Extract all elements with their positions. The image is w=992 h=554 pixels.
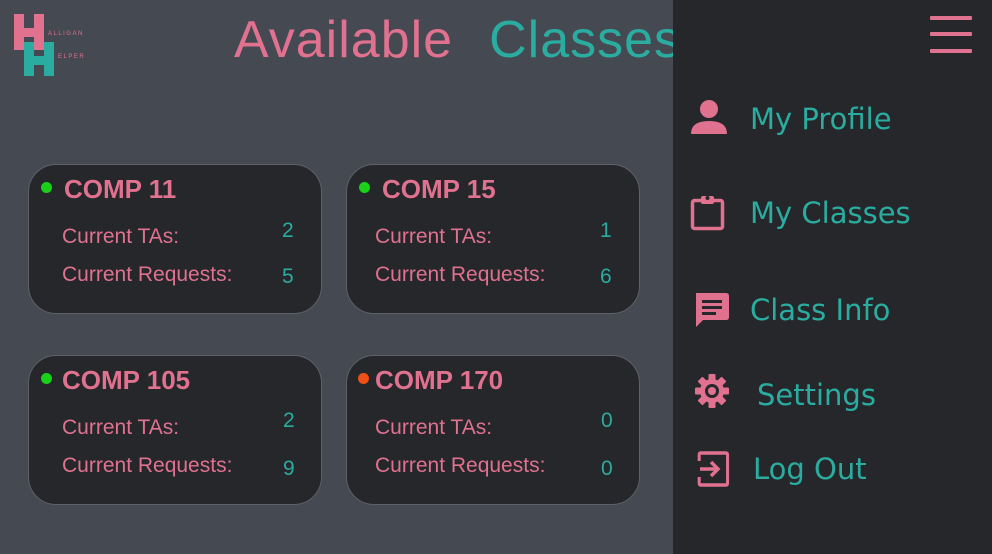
current-tas-label: Current TAs:	[375, 416, 493, 439]
current-requests-label: Current Requests:	[62, 263, 233, 286]
app-logo: ALLIGAN ELPER	[14, 14, 104, 78]
current-requests-label: Current Requests:	[375, 454, 546, 477]
chat-bubble-icon	[696, 293, 729, 327]
nav-item-settings[interactable]: Settings	[689, 374, 979, 424]
status-dot-online	[41, 182, 52, 193]
current-tas-value: 0	[601, 409, 613, 432]
page-title-word-2: Classes	[489, 11, 682, 69]
nav-item-log-out[interactable]: Log Out	[689, 448, 979, 498]
current-tas-value: 2	[282, 219, 294, 242]
gear-icon	[695, 374, 729, 408]
class-card[interactable]: COMP 105 Current TAs: 2 Current Requests…	[28, 355, 322, 505]
class-card[interactable]: COMP 11 Current TAs: 2 Current Requests:…	[28, 164, 322, 314]
person-icon	[691, 100, 727, 134]
hamburger-menu-icon[interactable]	[930, 16, 972, 54]
clipboard-icon	[690, 196, 725, 231]
current-tas-label: Current TAs:	[375, 225, 493, 248]
current-requests-value: 9	[283, 457, 295, 480]
current-tas-label: Current TAs:	[62, 416, 180, 439]
nav-item-label: Log Out	[753, 452, 867, 486]
current-tas-value: 2	[283, 409, 295, 432]
nav-item-label: My Profile	[750, 102, 892, 136]
current-requests-label: Current Requests:	[375, 263, 546, 286]
nav-item-my-classes[interactable]: My Classes	[689, 192, 979, 242]
class-card[interactable]: COMP 15 Current TAs: 1 Current Requests:…	[346, 164, 640, 314]
page-title: Available Classes	[234, 10, 681, 70]
nav-item-label: Class Info	[750, 293, 891, 327]
status-dot-online	[41, 373, 52, 384]
nav-item-label: My Classes	[750, 196, 911, 230]
current-tas-value: 1	[600, 219, 612, 242]
nav-item-label: Settings	[757, 378, 876, 412]
navigation-drawer: My Profile My Classes Class Info Setting…	[673, 0, 992, 554]
class-name: COMP 15	[382, 174, 496, 204]
status-dot-online	[359, 182, 370, 193]
class-name: COMP 105	[62, 365, 191, 395]
status-dot-offline	[358, 373, 369, 384]
logo-text-top: ALLIGAN	[48, 31, 84, 37]
current-requests-value: 6	[600, 265, 612, 288]
class-card[interactable]: COMP 170 Current TAs: 0 Current Requests…	[346, 355, 640, 505]
current-requests-value: 0	[601, 457, 613, 480]
logout-icon	[697, 451, 730, 487]
current-requests-value: 5	[282, 265, 294, 288]
nav-item-my-profile[interactable]: My Profile	[689, 98, 979, 148]
class-name: COMP 11	[64, 174, 177, 204]
logo-text-bottom: ELPER	[58, 54, 86, 60]
class-name: COMP 170	[375, 365, 504, 395]
nav-item-class-info[interactable]: Class Info	[689, 289, 979, 339]
page-title-word-1: Available	[234, 11, 454, 69]
current-tas-label: Current TAs:	[62, 225, 180, 248]
current-requests-label: Current Requests:	[62, 454, 233, 477]
